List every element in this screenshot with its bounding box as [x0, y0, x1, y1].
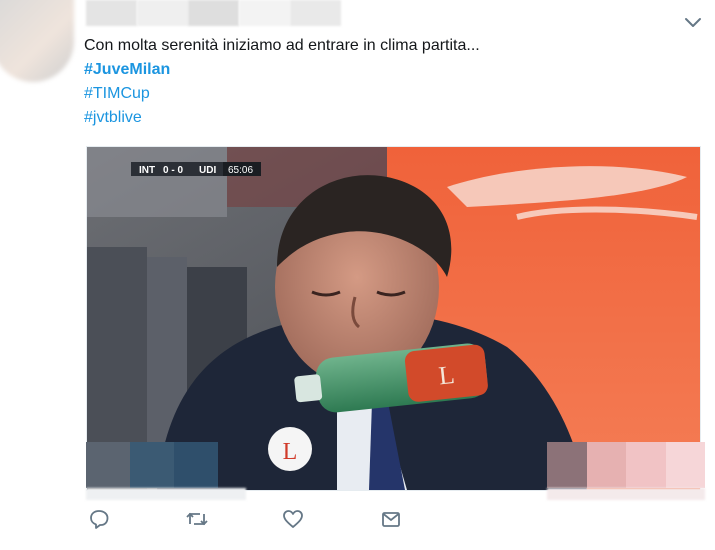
- tweet-author-header[interactable]: [86, 0, 341, 26]
- tweet-action-bar: [86, 506, 426, 532]
- bottle-label: L: [437, 360, 456, 391]
- scorebug-score: 0 - 0: [163, 165, 183, 176]
- tweet-card: Con molta serenità iniziamo ad entrare i…: [0, 0, 715, 550]
- direct-message-button[interactable]: [378, 506, 404, 532]
- redaction-block-left: [86, 442, 218, 488]
- scorebug-away: UDI: [199, 165, 216, 176]
- tweet-media-image[interactable]: L L INT 0 - 0 UDI 65:06: [86, 146, 701, 491]
- retweet-arrows-icon: [186, 512, 208, 526]
- scorebug-home: INT: [139, 165, 155, 176]
- video-frame: L L INT 0 - 0 UDI 65:06: [87, 147, 700, 490]
- retweet-button[interactable]: [184, 506, 210, 532]
- badge-label: L: [283, 439, 298, 465]
- tweet-text-line: Con molta serenità iniziamo ad entrare i…: [84, 37, 480, 54]
- more-options-chevron-icon[interactable]: [682, 14, 704, 32]
- speech-bubble-icon: [90, 510, 109, 529]
- avatar[interactable]: [0, 0, 74, 82]
- scorebug-clock: 65:06: [228, 165, 253, 176]
- redaction-strip-right: [547, 488, 705, 500]
- heart-icon: [283, 510, 303, 528]
- redaction-strip-left: [86, 488, 246, 500]
- scorebug: INT 0 - 0 UDI 65:06: [131, 162, 261, 176]
- reply-button[interactable]: [86, 506, 112, 532]
- hashtag-juvemilan[interactable]: #JuveMilan: [84, 58, 684, 82]
- hashtag-jvtblive[interactable]: #jvtblive: [84, 106, 684, 130]
- hashtag-timcup[interactable]: #TIMCup: [84, 82, 684, 106]
- envelope-icon: [382, 512, 400, 527]
- redaction-block-right: [547, 442, 705, 488]
- like-button[interactable]: [280, 506, 306, 532]
- tweet-text: Con molta serenità iniziamo ad entrare i…: [84, 34, 684, 130]
